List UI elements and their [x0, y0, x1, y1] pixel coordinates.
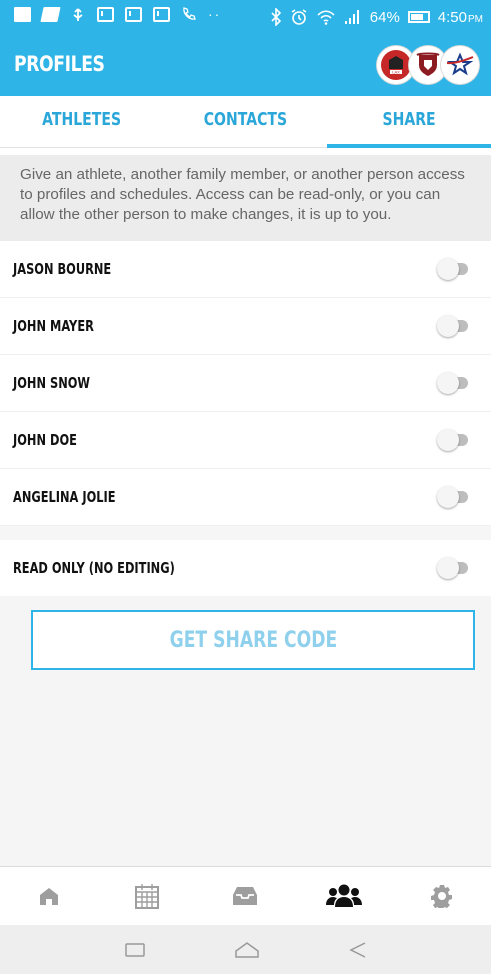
more-notifications-icon: ·· [208, 6, 222, 22]
divider [0, 526, 491, 540]
system-status: 64% 4:50PM [270, 8, 483, 26]
signal-icon [344, 10, 359, 24]
notification-icon [14, 6, 31, 22]
recents-icon[interactable] [124, 942, 146, 958]
mail-icon [97, 6, 114, 22]
tab-athletes[interactable]: ATHLETES [0, 96, 164, 147]
back-icon[interactable] [348, 941, 368, 959]
home-button-icon[interactable] [234, 941, 260, 959]
person-name: JASON BOURNE [13, 260, 112, 278]
wifi-icon [317, 10, 335, 25]
share-person-list: JASON BOURNE JOHN MAYER JOHN SNOW JOHN D… [0, 241, 491, 597]
share-toggle[interactable] [437, 372, 468, 394]
person-name: JOHN SNOW [13, 374, 91, 392]
list-item: JASON BOURNE [0, 241, 491, 298]
mail-icon [125, 6, 142, 22]
share-toggle[interactable] [437, 429, 468, 451]
page-title: PROFILES [14, 52, 105, 76]
alarm-icon [291, 9, 307, 25]
nav-home[interactable] [19, 876, 79, 916]
usb-icon [73, 8, 83, 21]
read-only-toggle[interactable] [437, 557, 468, 579]
battery-percent: 64% [369, 8, 400, 26]
bluetooth-icon [271, 8, 281, 26]
bottom-nav [0, 866, 491, 925]
list-item: JOHN SNOW [0, 355, 491, 412]
tab-bar: ATHLETES CONTACTS SHARE [0, 96, 491, 148]
battery-icon [407, 11, 430, 23]
person-name: JOHN DOE [13, 431, 77, 449]
list-item: ANGELINA JOLIE [0, 469, 491, 526]
phone-icon [183, 7, 196, 20]
nav-settings[interactable] [412, 876, 472, 916]
person-name: JOHN MAYER [13, 317, 94, 335]
nav-inbox[interactable] [215, 876, 275, 916]
svg-text:LAX: LAX [392, 70, 400, 75]
list-item: JOHN DOE [0, 412, 491, 469]
team-logo-star[interactable] [441, 46, 479, 84]
nav-team[interactable] [314, 876, 374, 916]
tab-contacts[interactable]: CONTACTS [164, 96, 328, 147]
clock: 4:50PM [437, 8, 483, 26]
share-toggle[interactable] [437, 315, 468, 337]
share-toggle[interactable] [437, 258, 468, 280]
share-description: Give an athlete, another family member, … [0, 155, 491, 241]
list-item: JOHN MAYER [0, 298, 491, 355]
team-logos[interactable]: LAX [377, 46, 479, 84]
inbox-icon [233, 887, 258, 905]
tab-share[interactable]: SHARE [327, 96, 491, 148]
notification-icons: ·· [14, 6, 221, 22]
get-share-code-button[interactable]: GET SHARE CODE [31, 610, 475, 670]
status-bar: ·· 64% 4:50PM [0, 0, 491, 36]
read-only-label: READ ONLY (NO EDITING) [13, 559, 175, 577]
person-name: ANGELINA JOLIE [13, 488, 116, 506]
app-bar: PROFILES LAX [0, 36, 491, 96]
nav-calendar[interactable] [117, 876, 177, 916]
system-nav-bar [0, 925, 491, 974]
settings-icon [430, 885, 452, 908]
mail-icon [153, 6, 170, 22]
team-icon [325, 884, 362, 907]
home-icon [40, 888, 59, 905]
share-toggle[interactable] [437, 486, 468, 508]
share-code-area: GET SHARE CODE [0, 596, 491, 866]
read-only-row: READ ONLY (NO EDITING) [0, 540, 491, 597]
calendar-icon [135, 884, 160, 909]
notes-icon [40, 6, 61, 22]
